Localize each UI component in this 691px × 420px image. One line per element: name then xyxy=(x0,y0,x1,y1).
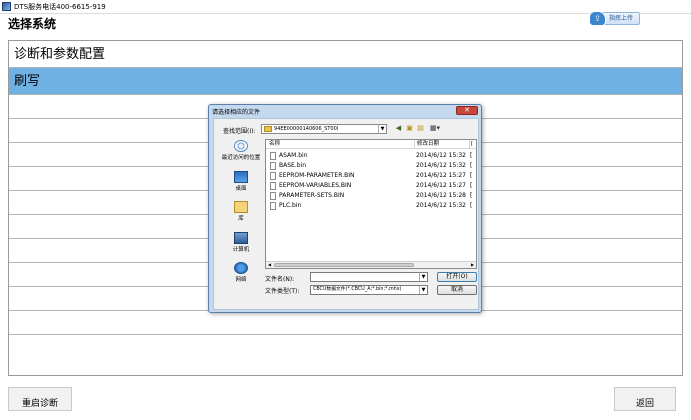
place-label: 最近访问的位置 xyxy=(221,155,261,161)
file-row[interactable]: ASAM.bin 2014/6/12 15:32 [ xyxy=(266,151,476,161)
file-name: PARAMETER-SETS.BIN xyxy=(279,192,345,199)
place-recent[interactable]: 最近访问的位置 xyxy=(219,140,263,161)
file-icon xyxy=(270,192,276,200)
window-title: DTS服务电话400-6615-919 xyxy=(14,3,106,11)
upload-button-label: 指挥上传 xyxy=(608,15,633,22)
file-icon xyxy=(270,202,276,210)
back-arrow-icon[interactable]: ◀ xyxy=(394,124,403,133)
place-label: 计算机 xyxy=(232,247,250,253)
place-network[interactable]: 网络 xyxy=(219,262,263,283)
chevron-down-icon[interactable]: ▼ xyxy=(419,286,427,294)
place-desktop[interactable]: 桌面 xyxy=(219,171,263,192)
list-item-flash[interactable]: 刷写 xyxy=(9,68,682,95)
file-name: ASAM.bin xyxy=(279,152,308,159)
file-date: 2014/6/12 15:32 xyxy=(416,152,466,159)
close-icon[interactable]: ✕ xyxy=(456,106,478,115)
place-label: 桌面 xyxy=(235,186,247,192)
file-extra: [ xyxy=(470,172,473,179)
file-extra: [ xyxy=(470,182,473,189)
back-button[interactable]: 返回 xyxy=(614,387,676,411)
column-header-date[interactable]: 修改日期 xyxy=(414,140,439,149)
file-row[interactable]: PLC.bin 2014/6/12 15:32 [ xyxy=(266,201,476,211)
scrollbar-thumb[interactable] xyxy=(274,263,414,267)
look-in-combo[interactable]: 94EE00000140606_ST00I ▼ xyxy=(261,124,387,134)
file-name: EEPROM-VARIABLES.BIN xyxy=(279,182,352,189)
file-extra: [ xyxy=(470,162,473,169)
look-in-label: 查找范围(I): xyxy=(223,128,256,135)
look-in-value: 94EE00000140606_ST00I xyxy=(274,126,339,132)
scroll-right-icon[interactable]: ▶ xyxy=(469,262,476,268)
list-item-label: 刷写 xyxy=(14,74,41,89)
file-icon xyxy=(270,162,276,170)
dialog-body: 查找范围(I): 94EE00000140606_ST00I ▼ ◀ ▣ ▤ ▦… xyxy=(213,118,479,310)
desktop-icon xyxy=(234,171,248,183)
horizontal-scrollbar[interactable]: ◀ ▶ xyxy=(266,261,476,268)
filename-label: 文件名(N): xyxy=(265,276,295,283)
place-library[interactable]: 库 xyxy=(219,201,263,222)
list-item-diagnosis[interactable]: 诊断和参数配置 xyxy=(9,41,682,68)
file-open-dialog: 请选择相应的文件 ✕ 查找范围(I): 94EE00000140606_ST00… xyxy=(208,104,482,313)
library-icon xyxy=(234,201,248,213)
file-list: 名称 修改日期 [ ASAM.bin 2014/6/12 15:32 [ BAS… xyxy=(265,139,477,269)
file-name: EEPROM-PARAMETER.BIN xyxy=(279,172,355,179)
file-icon xyxy=(270,172,276,180)
app-icon xyxy=(2,2,11,11)
up-folder-icon[interactable]: ▣ xyxy=(405,124,414,133)
file-row[interactable]: EEPROM-VARIABLES.BIN 2014/6/12 15:27 [ xyxy=(266,181,476,191)
place-computer[interactable]: 计算机 xyxy=(219,232,263,253)
network-icon xyxy=(234,262,248,274)
places-bar: 最近访问的位置 桌面 库 计算机 网络 xyxy=(219,138,263,288)
filetype-value: CBCU数据文件(*.CBCU_A;*.bin;*.mhx) xyxy=(313,287,402,292)
file-name: BASE.bin xyxy=(279,162,307,169)
file-extra: [ xyxy=(470,192,473,199)
cancel-button[interactable]: 取消 xyxy=(437,285,477,295)
computer-icon xyxy=(234,232,248,244)
file-date: 2014/6/12 15:27 xyxy=(416,172,466,179)
cloud-upload-icon xyxy=(589,11,606,26)
filetype-label: 文件类型(T): xyxy=(265,288,300,295)
file-date: 2014/6/12 15:27 xyxy=(416,182,466,189)
recent-places-icon xyxy=(234,140,248,152)
dialog-title: 请选择相应的文件 xyxy=(212,109,261,116)
file-icon xyxy=(270,152,276,160)
file-list-header: 名称 修改日期 [ xyxy=(266,140,476,149)
file-date: 2014/6/12 15:32 xyxy=(416,162,466,169)
view-menu-icon[interactable]: ▦▾ xyxy=(428,124,442,133)
scroll-left-icon[interactable]: ◀ xyxy=(266,262,273,268)
file-row[interactable]: PARAMETER-SETS.BIN 2014/6/12 15:28 [ xyxy=(266,191,476,201)
page-title: 选择系统 xyxy=(8,17,57,31)
place-label: 网络 xyxy=(235,277,247,283)
filename-input[interactable]: ▼ xyxy=(310,272,428,282)
upload-button[interactable]: 指挥上传 xyxy=(589,11,640,26)
list-item-empty xyxy=(9,311,682,335)
open-button[interactable]: 打开(O) xyxy=(437,272,477,282)
file-extra: [ xyxy=(470,202,473,209)
file-row[interactable]: BASE.bin 2014/6/12 15:32 [ xyxy=(266,161,476,171)
file-icon xyxy=(270,182,276,190)
chevron-down-icon[interactable]: ▼ xyxy=(419,273,427,281)
new-folder-icon[interactable]: ▤ xyxy=(416,124,425,133)
file-date: 2014/6/12 15:32 xyxy=(416,202,466,209)
file-row[interactable]: EEPROM-PARAMETER.BIN 2014/6/12 15:27 [ xyxy=(266,171,476,181)
window-titlebar: DTS服务电话400-6615-919 xyxy=(0,0,691,14)
folder-icon xyxy=(264,126,272,132)
file-date: 2014/6/12 15:28 xyxy=(416,192,466,199)
file-extra: [ xyxy=(470,152,473,159)
list-item-label: 诊断和参数配置 xyxy=(14,47,106,62)
file-name: PLC.bin xyxy=(279,202,302,209)
restart-diagnosis-button[interactable]: 重启诊断 xyxy=(8,387,72,411)
filetype-select[interactable]: CBCU数据文件(*.CBCU_A;*.bin;*.mhx) ▼ xyxy=(310,285,428,295)
place-label: 库 xyxy=(238,216,244,222)
chevron-down-icon: ▼ xyxy=(378,125,386,133)
column-header-name[interactable]: 名称 xyxy=(269,140,280,149)
column-header-extra[interactable]: [ xyxy=(469,140,473,149)
